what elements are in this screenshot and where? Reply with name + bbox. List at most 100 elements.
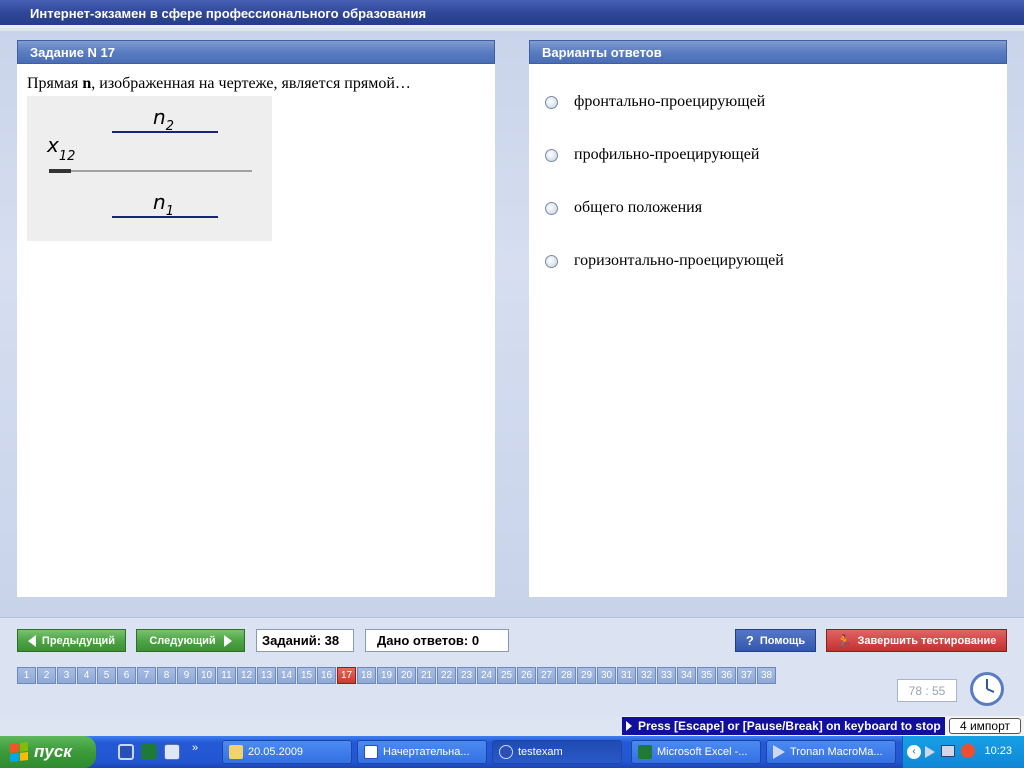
question-number[interactable]: 16: [317, 667, 336, 684]
question-number[interactable]: 25: [497, 667, 516, 684]
answer-label: фронтально-проецирующей: [574, 93, 766, 110]
control-bar: Предыдущий Следующий Заданий: 38 Дано от…: [0, 617, 1024, 716]
recorder-hint-bar: Press [Escape] or [Pause/Break] on keybo…: [622, 716, 1024, 736]
windows-taskbar: пуск » 20.05.2009 Начертательна... teste…: [0, 736, 1024, 768]
prev-button[interactable]: Предыдущий: [17, 629, 126, 652]
excel-icon: [638, 745, 652, 759]
countdown-timer: 78 : 55: [897, 679, 957, 702]
question-number[interactable]: 9: [177, 667, 196, 684]
taskbar-item-label: 20.05.2009: [248, 746, 304, 758]
tasks-count: Заданий: 38: [256, 629, 354, 652]
question-number[interactable]: 21: [417, 667, 436, 684]
question-number[interactable]: 20: [397, 667, 416, 684]
question-number[interactable]: 29: [577, 667, 596, 684]
radio-button[interactable]: [545, 201, 558, 215]
finish-test-button[interactable]: 🏃 Завершить тестирование: [826, 629, 1007, 652]
question-number[interactable]: 34: [677, 667, 696, 684]
windows-logo-icon: [10, 742, 28, 762]
antivirus-icon[interactable]: [961, 744, 975, 758]
question-number[interactable]: 3: [57, 667, 76, 684]
question-number[interactable]: 19: [377, 667, 396, 684]
question-number[interactable]: 4: [77, 667, 96, 684]
taskbar-item[interactable]: 20.05.2009: [222, 740, 352, 764]
question-number[interactable]: 35: [697, 667, 716, 684]
tray-play-icon[interactable]: [925, 746, 935, 758]
question-variable: n: [82, 75, 92, 92]
question-number[interactable]: 6: [117, 667, 136, 684]
question-number[interactable]: 1: [17, 667, 36, 684]
answer-label: общего положения: [574, 199, 703, 216]
help-button-label: Помощь: [759, 634, 806, 647]
question-number[interactable]: 10: [197, 667, 216, 684]
start-button[interactable]: пуск: [0, 736, 96, 768]
network-icon[interactable]: [941, 745, 955, 757]
task-header-label: Задание N 17: [30, 45, 116, 60]
answers-header-label: Варианты ответов: [542, 45, 662, 60]
taskbar-item-label: Microsoft Excel -...: [657, 746, 748, 758]
arrow-right-icon: [223, 634, 232, 647]
tray-expand-icon[interactable]: ‹: [907, 745, 921, 759]
question-number[interactable]: 24: [477, 667, 496, 684]
question-number[interactable]: 27: [537, 667, 556, 684]
question-number[interactable]: 13: [257, 667, 276, 684]
question-number[interactable]: 23: [457, 667, 476, 684]
radio-button[interactable]: [545, 254, 558, 268]
question-number[interactable]: 32: [637, 667, 656, 684]
question-prefix: Прямая: [27, 75, 83, 92]
question-number[interactable]: 18: [357, 667, 376, 684]
question-number[interactable]: 28: [557, 667, 576, 684]
next-button[interactable]: Следующий: [136, 629, 245, 652]
question-number[interactable]: 14: [277, 667, 296, 684]
question-number[interactable]: 37: [737, 667, 756, 684]
app-icon: [499, 745, 513, 759]
question-number[interactable]: 15: [297, 667, 316, 684]
question-drawing: n2 x12 n1: [27, 96, 272, 241]
answer-option[interactable]: горизонтально-проецирующей: [545, 249, 784, 273]
question-number[interactable]: 30: [597, 667, 616, 684]
app-quicklaunch-icon[interactable]: [118, 744, 134, 760]
question-number[interactable]: 26: [517, 667, 536, 684]
tray-clock: 10:23: [984, 745, 1012, 757]
question-number-current[interactable]: 17: [337, 667, 356, 684]
answers-panel-header: Варианты ответов: [529, 40, 1007, 64]
question-number[interactable]: 12: [237, 667, 256, 684]
radio-button[interactable]: [545, 95, 558, 109]
next-button-label: Следующий: [149, 634, 216, 647]
taskbar-item-label: Начертательна...: [383, 746, 470, 758]
word-icon: [364, 745, 378, 759]
taskbar-item[interactable]: Начертательна...: [357, 740, 487, 764]
answer-label: горизонтально-проецирующей: [574, 252, 784, 269]
answers-panel: Варианты ответов фронтально-проецирующей…: [529, 40, 1007, 597]
question-number[interactable]: 5: [97, 667, 116, 684]
taskbar-item-label: testexam: [518, 746, 563, 758]
arrow-left-icon: [27, 634, 36, 647]
help-button[interactable]: ? Помощь: [735, 629, 816, 652]
quicklaunch-overflow-icon[interactable]: »: [192, 742, 198, 754]
finish-button-label: Завершить тестирование: [857, 634, 997, 647]
hint-text: Press [Escape] or [Pause/Break] on keybo…: [638, 719, 941, 733]
question-text: Прямая n, изображенная на чертеже, являе…: [27, 75, 411, 93]
question-number[interactable]: 31: [617, 667, 636, 684]
question-number[interactable]: 2: [37, 667, 56, 684]
bmp-quicklaunch-icon[interactable]: [164, 744, 180, 760]
radio-button[interactable]: [545, 148, 558, 162]
question-number[interactable]: 36: [717, 667, 736, 684]
answer-label: профильно-проецирующей: [574, 146, 760, 163]
question-number[interactable]: 38: [757, 667, 776, 684]
taskbar-item[interactable]: Microsoft Excel -...: [631, 740, 761, 764]
question-number[interactable]: 33: [657, 667, 676, 684]
play-icon: [773, 745, 785, 759]
question-number[interactable]: 11: [217, 667, 236, 684]
window-titlebar: Интернет-экзамен в сфере профессионально…: [0, 0, 1024, 28]
question-number[interactable]: 7: [137, 667, 156, 684]
taskbar-item-active[interactable]: testexam: [492, 740, 622, 764]
question-number[interactable]: 8: [157, 667, 176, 684]
taskbar-item[interactable]: Tronan MacroMa...: [766, 740, 896, 764]
excel-quicklaunch-icon[interactable]: [141, 744, 157, 760]
answer-option[interactable]: фронтально-проецирующей: [545, 90, 765, 114]
answer-option[interactable]: общего положения: [545, 196, 702, 220]
prev-button-label: Предыдущий: [41, 634, 116, 647]
recorder-hint: Press [Escape] or [Pause/Break] on keybo…: [622, 717, 945, 735]
question-number[interactable]: 22: [437, 667, 456, 684]
answer-option[interactable]: профильно-проецирующей: [545, 143, 759, 167]
